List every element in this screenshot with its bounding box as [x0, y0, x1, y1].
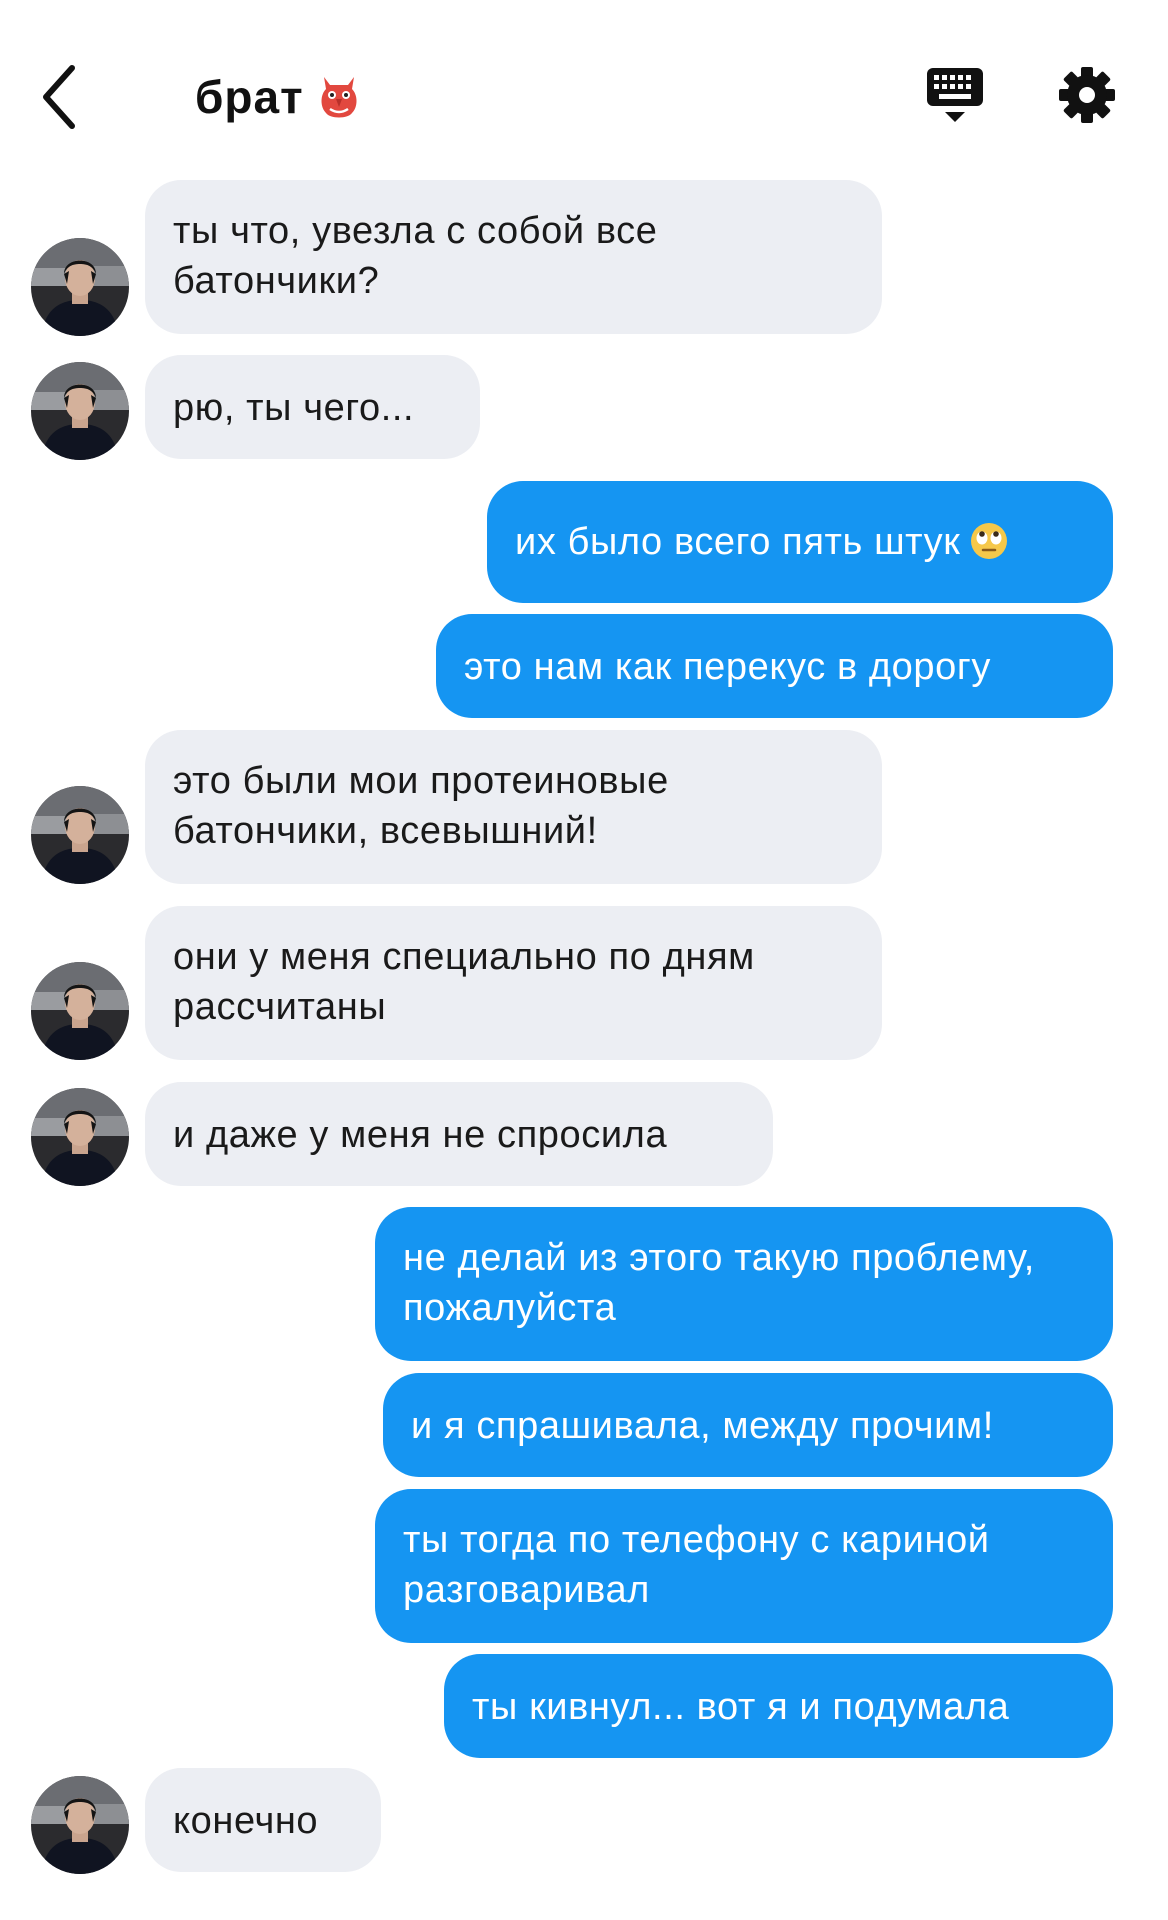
- contact-avatar[interactable]: [31, 1776, 129, 1874]
- incoming-message: они у меня специально по дням рассчитаны: [145, 906, 882, 1060]
- message-text: ты что, увезла с собой все батончики?: [173, 210, 658, 302]
- message-text: ты тогда по телефону с кариной разговари…: [403, 1519, 990, 1611]
- contact-avatar[interactable]: [31, 362, 129, 460]
- outgoing-message: и я спрашивала, между прочим!: [383, 1373, 1113, 1477]
- message-text: они у меня специально по дням рассчитаны: [173, 936, 755, 1028]
- outgoing-message: это нам как перекус в дорогу: [436, 614, 1113, 718]
- incoming-message: конечно: [145, 1768, 381, 1872]
- message-text: конечно: [173, 1800, 319, 1842]
- message-text: рю, ты чего...: [173, 387, 415, 429]
- goblin-mask-emoji: [321, 77, 357, 118]
- message-text: и я спрашивала, между прочим!: [411, 1405, 994, 1447]
- gear-icon: [1059, 67, 1115, 123]
- eye-roll-emoji: [971, 523, 1008, 559]
- message-text: ты кивнул... вот я и подумала: [472, 1686, 1010, 1728]
- keyboard-icon: [927, 68, 983, 122]
- message-text: не делай из этого такую проблему, пожалу…: [403, 1237, 1035, 1329]
- message-text: их было всего пять штук: [515, 521, 961, 563]
- chat-title: брат: [195, 71, 304, 123]
- message-text: это были мои протеиновые батончики, всев…: [173, 760, 669, 852]
- incoming-message: это были мои протеиновые батончики, всев…: [145, 730, 882, 884]
- contact-avatar[interactable]: [31, 962, 129, 1060]
- outgoing-message: их было всего пять штук: [487, 481, 1113, 603]
- outgoing-message: ты кивнул... вот я и подумала: [444, 1654, 1113, 1758]
- contact-avatar[interactable]: [31, 786, 129, 884]
- back-button[interactable]: [40, 62, 80, 132]
- chat-header: брат: [0, 0, 1168, 170]
- outgoing-message: не делай из этого такую проблему, пожалу…: [375, 1207, 1113, 1361]
- settings-button[interactable]: [1058, 66, 1116, 124]
- contact-avatar[interactable]: [31, 1088, 129, 1186]
- chat-title-group: брат: [195, 70, 360, 124]
- incoming-message: и даже у меня не спросила: [145, 1082, 773, 1186]
- incoming-message: ты что, увезла с собой все батончики?: [145, 180, 882, 334]
- back-chevron-icon: [43, 65, 75, 129]
- outgoing-message: ты тогда по телефону с кариной разговари…: [375, 1489, 1113, 1643]
- keyboard-button[interactable]: [925, 66, 985, 128]
- incoming-message: рю, ты чего...: [145, 355, 480, 459]
- message-text: и даже у меня не спросила: [173, 1114, 668, 1156]
- message-text: это нам как перекус в дорогу: [464, 646, 991, 688]
- contact-avatar[interactable]: [31, 238, 129, 336]
